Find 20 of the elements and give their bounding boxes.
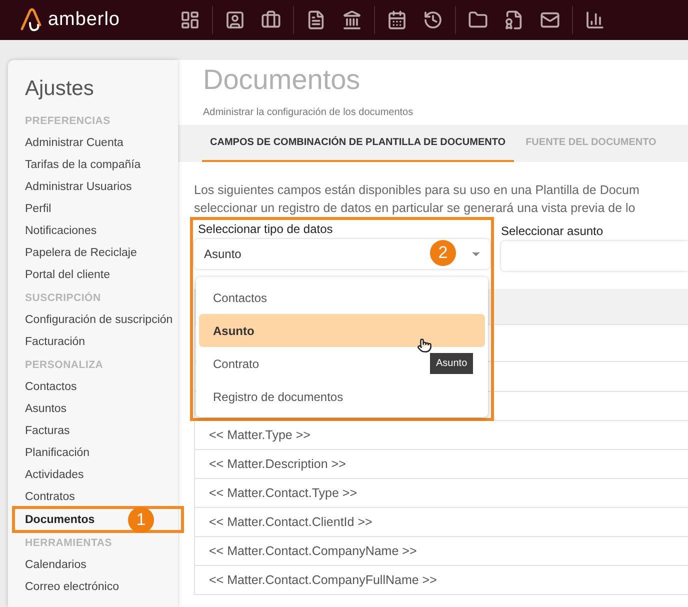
- page-subtitle: Administrar la configuración de los documentos: [202, 106, 414, 120]
- step-badge: 1: [128, 507, 154, 533]
- field-label: Seleccionar tipo de datos: [197, 221, 333, 238]
- merge-field-cell-text: << Matter.Description >>: [209, 456, 346, 473]
- section-heading: SUSCRIPCIÓN: [25, 290, 102, 306]
- merge-field-cell-text: << Matter.Contact.ClientId >>: [209, 514, 372, 531]
- merge-field-cell-text: << Matter.Contact.CompanyName >>: [209, 542, 417, 560]
- hover-tooltip: Asunto: [430, 353, 474, 374]
- sidebar-title: Ajustes: [25, 78, 95, 99]
- section-heading: HERRAMIENTAS: [25, 536, 113, 551]
- merge-field-cell-text: << Matter.Type >>: [209, 426, 310, 444]
- field-label: Seleccionar asunto: [501, 223, 604, 240]
- logo-text: amberlo: [48, 8, 120, 32]
- merge-field-cell-text: << Matter.Contact.CompanyFullName >>: [209, 572, 437, 589]
- section-heading: PERSONALIZA: [25, 358, 104, 373]
- page-title: Documentos: [202, 63, 362, 97]
- description-text: seleccionar un registro de datos en particular se generará una vista previa de lo: [194, 200, 636, 217]
- description-text: Los siguientes campos están disponibles para su uso en una Plantilla de Docum: [194, 182, 640, 199]
- merge-field-cell-text: << Matter.Contact.Type >>: [209, 484, 358, 502]
- section-heading: PREFERENCIAS: [25, 114, 112, 129]
